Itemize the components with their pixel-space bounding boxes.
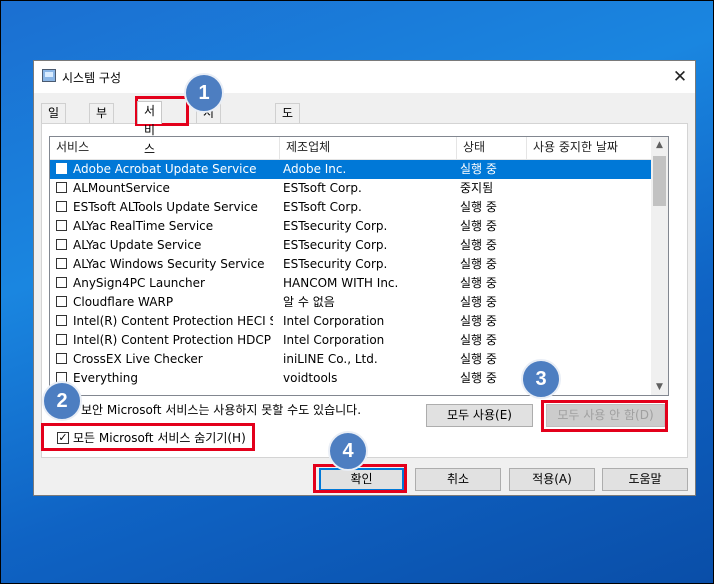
service-status: 실행 중 bbox=[460, 352, 497, 366]
service-row[interactable]: AnySign4PC Launcher HANCOM WITH Inc. 실행 중 bbox=[50, 274, 653, 293]
service-manufacturer: Intel Corporation bbox=[283, 314, 385, 328]
disable-all-button[interactable]: 모두 사용 안 함(D) bbox=[546, 404, 665, 427]
service-manufacturer: ESTsecurity Corp. bbox=[283, 219, 388, 233]
service-row[interactable]: ALYac RealTime Service ESTsecurity Corp. 실… bbox=[50, 217, 653, 236]
service-name: AnySign4PC Launcher bbox=[73, 276, 205, 290]
apply-button[interactable]: 적용(A) bbox=[509, 468, 595, 491]
scroll-down-arrow-icon[interactable]: ▼ bbox=[651, 379, 668, 395]
security-notice: 보안 Microsoft 서비스는 사용하지 못할 수도 있습니다. bbox=[81, 403, 362, 417]
service-manufacturer: 알 수 없음 bbox=[283, 295, 335, 309]
service-name: ALYac RealTime Service bbox=[73, 219, 214, 233]
service-row[interactable]: ESTsoft ALTools Update Service ESTsoft Co… bbox=[50, 198, 653, 217]
scroll-up-arrow-icon[interactable]: ▲ bbox=[651, 137, 668, 153]
service-manufacturer: Adobe Inc. bbox=[283, 162, 347, 176]
service-row[interactable]: Everything voidtools 실행 중 bbox=[50, 369, 653, 388]
service-row[interactable]: Intel(R) Content Protection HECI Se... In… bbox=[50, 312, 653, 331]
service-status: 중지됨 bbox=[460, 181, 494, 195]
service-checkbox[interactable] bbox=[56, 334, 67, 345]
tab-tools[interactable]: 도구 bbox=[275, 103, 301, 139]
service-manufacturer: ESTsecurity Corp. bbox=[283, 257, 388, 271]
service-row[interactable]: CrossEX Live Checker iniLINE Co., Ltd. 실행 … bbox=[50, 350, 653, 369]
service-status: 실행 중 bbox=[460, 276, 497, 290]
hide-microsoft-services-label: 모든 Microsoft 서비스 숨기기(H) bbox=[73, 431, 246, 445]
service-status: 실행 중 bbox=[460, 333, 497, 347]
service-row[interactable]: ALMountService ESTsoft Corp. 중지됨 bbox=[50, 179, 653, 198]
service-row[interactable]: Intel(R) Content Protection HDCP S... Int… bbox=[50, 331, 653, 350]
hide-microsoft-services-checkbox[interactable]: ✓ bbox=[57, 432, 69, 444]
ok-button[interactable]: 확인 bbox=[319, 468, 404, 491]
service-name: Intel(R) Content Protection HECI Se... bbox=[73, 314, 273, 328]
system-configuration-dialog: 시스템 구성 ✕ 일반 부팅 서비스 시작프로그램 도구 서비스 제조업체 상태… bbox=[33, 60, 696, 496]
step-badge-3: 3 bbox=[521, 359, 561, 399]
service-manufacturer: ESTsecurity Corp. bbox=[283, 238, 388, 252]
service-row[interactable]: ALYac Windows Security Service ESTsecurit… bbox=[50, 255, 653, 274]
service-row[interactable]: Adobe Acrobat Update Service Adobe Inc. 실행… bbox=[50, 160, 653, 179]
tab-boot[interactable]: 부팅 bbox=[89, 103, 115, 139]
service-status: 실행 중 bbox=[460, 219, 497, 233]
service-name: Adobe Acrobat Update Service bbox=[73, 162, 257, 176]
service-checkbox[interactable] bbox=[56, 315, 67, 326]
service-row[interactable]: Cloudflare WARP 알 수 없음 실행 중 bbox=[50, 293, 653, 312]
step-badge-4: 4 bbox=[328, 431, 368, 471]
service-status: 실행 중 bbox=[460, 295, 497, 309]
service-name: CrossEX Live Checker bbox=[73, 352, 203, 366]
service-manufacturer: HANCOM WITH Inc. bbox=[283, 276, 399, 290]
service-manufacturer: ESTsoft Corp. bbox=[283, 181, 362, 195]
service-name: ESTsoft ALTools Update Service bbox=[73, 200, 258, 214]
service-row[interactable]: ALYac Update Service ESTsecurity Corp. 실행 … bbox=[50, 236, 653, 255]
cancel-button[interactable]: 취소 bbox=[415, 468, 501, 491]
tab-services[interactable]: 서비스 bbox=[137, 101, 163, 156]
service-checkbox[interactable] bbox=[56, 353, 67, 364]
service-name: ALYac Windows Security Service bbox=[73, 257, 265, 271]
close-button[interactable]: ✕ bbox=[665, 61, 695, 93]
step-badge-2: 2 bbox=[42, 381, 82, 421]
service-rows: Adobe Acrobat Update Service Adobe Inc. 실행… bbox=[50, 160, 653, 388]
service-checkbox[interactable] bbox=[56, 220, 67, 231]
service-status: 실행 중 bbox=[460, 314, 497, 328]
service-name: Everything bbox=[73, 371, 138, 385]
service-name: ALMountService bbox=[73, 181, 170, 195]
service-checkbox[interactable] bbox=[56, 163, 67, 174]
column-header-manufacturer[interactable]: 제조업체 bbox=[280, 137, 457, 159]
window-title: 시스템 구성 bbox=[62, 71, 122, 85]
service-checkbox[interactable] bbox=[56, 239, 67, 250]
service-checkbox[interactable] bbox=[56, 277, 67, 288]
service-checkbox[interactable] bbox=[56, 201, 67, 212]
service-checkbox[interactable] bbox=[56, 296, 67, 307]
column-header-status[interactable]: 상태 bbox=[457, 137, 527, 159]
service-name: Cloudflare WARP bbox=[73, 295, 174, 309]
list-header: 서비스 제조업체 상태 사용 중지한 날짜 bbox=[50, 137, 653, 160]
service-status: 실행 중 bbox=[460, 238, 497, 252]
step-badge-1: 1 bbox=[184, 73, 224, 113]
column-header-date-disabled[interactable]: 사용 중지한 날짜 bbox=[527, 137, 653, 159]
service-status: 실행 중 bbox=[460, 200, 497, 214]
tab-general[interactable]: 일반 bbox=[41, 103, 67, 139]
scrollbar-thumb[interactable] bbox=[653, 156, 666, 206]
service-name: Intel(R) Content Protection HDCP S... bbox=[73, 333, 273, 347]
service-status: 실행 중 bbox=[460, 257, 497, 271]
help-button[interactable]: 도움말 bbox=[602, 468, 688, 491]
column-header-service[interactable]: 서비스 bbox=[50, 137, 280, 159]
service-name: ALYac Update Service bbox=[73, 238, 202, 252]
service-manufacturer: ESTsoft Corp. bbox=[283, 200, 362, 214]
vertical-scrollbar[interactable]: ▲ ▼ bbox=[651, 137, 668, 395]
service-manufacturer: voidtools bbox=[283, 371, 338, 385]
services-list[interactable]: 서비스 제조업체 상태 사용 중지한 날짜 Adobe Acrobat Upda… bbox=[49, 136, 669, 396]
msconfig-app-icon bbox=[42, 69, 56, 82]
service-manufacturer: iniLINE Co., Ltd. bbox=[283, 352, 378, 366]
service-status: 실행 중 bbox=[460, 371, 497, 385]
service-status: 실행 중 bbox=[460, 162, 497, 176]
service-manufacturer: Intel Corporation bbox=[283, 333, 385, 347]
service-checkbox[interactable] bbox=[56, 182, 67, 193]
service-checkbox[interactable] bbox=[56, 258, 67, 269]
title-bar: 시스템 구성 ✕ bbox=[34, 61, 695, 93]
enable-all-button[interactable]: 모두 사용(E) bbox=[426, 404, 533, 427]
